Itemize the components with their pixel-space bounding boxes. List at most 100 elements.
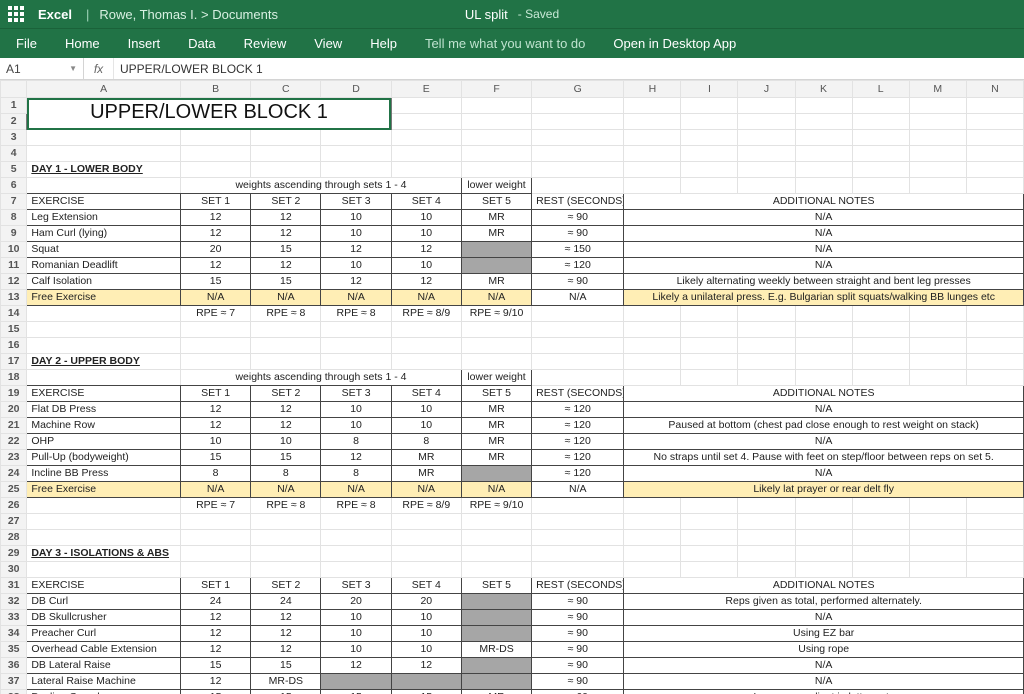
cell[interactable]: [681, 114, 738, 130]
cell[interactable]: [681, 498, 738, 514]
col-header[interactable]: B: [180, 81, 250, 98]
cell[interactable]: 8: [321, 434, 391, 450]
row-header[interactable]: 30: [1, 562, 27, 578]
cell[interactable]: [681, 178, 738, 194]
cell[interactable]: [624, 338, 681, 354]
cell[interactable]: Preacher Curl: [27, 626, 181, 642]
cell[interactable]: MR: [461, 226, 531, 242]
cell[interactable]: [391, 562, 461, 578]
cell[interactable]: [681, 562, 738, 578]
cell[interactable]: 24: [180, 594, 250, 610]
cell[interactable]: SET 3: [321, 578, 391, 594]
cell[interactable]: [738, 98, 795, 114]
cell[interactable]: MR: [461, 274, 531, 290]
cell[interactable]: Likely lat prayer or rear delt fly: [624, 482, 1024, 498]
cell[interactable]: [909, 338, 966, 354]
cell[interactable]: [27, 530, 181, 546]
cell[interactable]: SET 5: [461, 578, 531, 594]
row-header[interactable]: 35: [1, 642, 27, 658]
cell[interactable]: 10: [391, 402, 461, 418]
cell[interactable]: [532, 162, 624, 178]
cell[interactable]: [966, 498, 1023, 514]
cell[interactable]: Overhead Cable Extension: [27, 642, 181, 658]
cell[interactable]: [532, 562, 624, 578]
cell[interactable]: [909, 498, 966, 514]
cell[interactable]: RPE ≈ 8: [251, 306, 321, 322]
col-header[interactable]: D: [321, 81, 391, 98]
cell[interactable]: 15: [321, 690, 391, 694]
cell[interactable]: DB Lateral Raise: [27, 658, 181, 674]
cell[interactable]: 12: [251, 610, 321, 626]
cell[interactable]: [966, 98, 1023, 114]
cell[interactable]: 20: [321, 594, 391, 610]
cell[interactable]: [738, 114, 795, 130]
cell[interactable]: [532, 98, 624, 114]
cell[interactable]: [532, 178, 624, 194]
cell[interactable]: N/A: [624, 210, 1024, 226]
col-header[interactable]: C: [251, 81, 321, 98]
cell[interactable]: 12: [321, 274, 391, 290]
cell[interactable]: [461, 322, 531, 338]
cell[interactable]: 12: [180, 674, 250, 690]
cell[interactable]: [966, 162, 1023, 178]
cell[interactable]: 12: [321, 242, 391, 258]
cell[interactable]: [461, 338, 531, 354]
cell[interactable]: ≈ 120: [532, 418, 624, 434]
cell[interactable]: [180, 546, 250, 562]
cell[interactable]: [251, 130, 321, 146]
row-header[interactable]: 29: [1, 546, 27, 562]
row-header[interactable]: 15: [1, 322, 27, 338]
cell[interactable]: [391, 130, 461, 146]
cell[interactable]: [251, 338, 321, 354]
cell[interactable]: [391, 338, 461, 354]
cell[interactable]: [852, 114, 909, 130]
row-header[interactable]: 22: [1, 434, 27, 450]
cell[interactable]: [966, 354, 1023, 370]
cell[interactable]: 10: [321, 626, 391, 642]
cell[interactable]: RPE ≈ 8: [251, 498, 321, 514]
cell[interactable]: [532, 498, 624, 514]
row-header[interactable]: 18: [1, 370, 27, 386]
cell[interactable]: [321, 354, 391, 370]
cell[interactable]: [180, 162, 250, 178]
cell[interactable]: [795, 322, 852, 338]
cell[interactable]: [909, 514, 966, 530]
row-header[interactable]: 21: [1, 418, 27, 434]
row-header[interactable]: 26: [1, 498, 27, 514]
cell[interactable]: [966, 514, 1023, 530]
cell[interactable]: [966, 562, 1023, 578]
cell[interactable]: weights ascending through sets 1 - 4: [180, 370, 461, 386]
cell[interactable]: [738, 162, 795, 178]
cell[interactable]: SET 2: [251, 578, 321, 594]
cell[interactable]: N/A: [180, 482, 250, 498]
col-header[interactable]: K: [795, 81, 852, 98]
cell[interactable]: [738, 130, 795, 146]
cell[interactable]: [738, 306, 795, 322]
chevron-down-icon[interactable]: ▼: [69, 64, 77, 73]
cell[interactable]: [795, 162, 852, 178]
cell[interactable]: Paused at bottom (chest pad close enough…: [624, 418, 1024, 434]
cell[interactable]: [909, 146, 966, 162]
row-header[interactable]: 3: [1, 130, 27, 146]
cell[interactable]: [738, 514, 795, 530]
cell[interactable]: ≈ 90: [532, 210, 624, 226]
cell[interactable]: 12: [251, 626, 321, 642]
cell[interactable]: [321, 130, 391, 146]
cell[interactable]: [461, 130, 531, 146]
cell[interactable]: [909, 562, 966, 578]
cell[interactable]: [624, 322, 681, 338]
cell[interactable]: [852, 514, 909, 530]
row-header[interactable]: 19: [1, 386, 27, 402]
cell[interactable]: [624, 114, 681, 130]
cell[interactable]: [738, 370, 795, 386]
cell[interactable]: SET 3: [321, 386, 391, 402]
cell[interactable]: [461, 658, 531, 674]
cell[interactable]: [966, 530, 1023, 546]
cell[interactable]: N/A: [391, 482, 461, 498]
cell[interactable]: ADDITIONAL NOTES: [624, 578, 1024, 594]
cell[interactable]: [532, 514, 624, 530]
cell[interactable]: N/A: [532, 482, 624, 498]
cell[interactable]: [461, 562, 531, 578]
cell[interactable]: EXERCISE: [27, 194, 181, 210]
cell[interactable]: [27, 322, 181, 338]
